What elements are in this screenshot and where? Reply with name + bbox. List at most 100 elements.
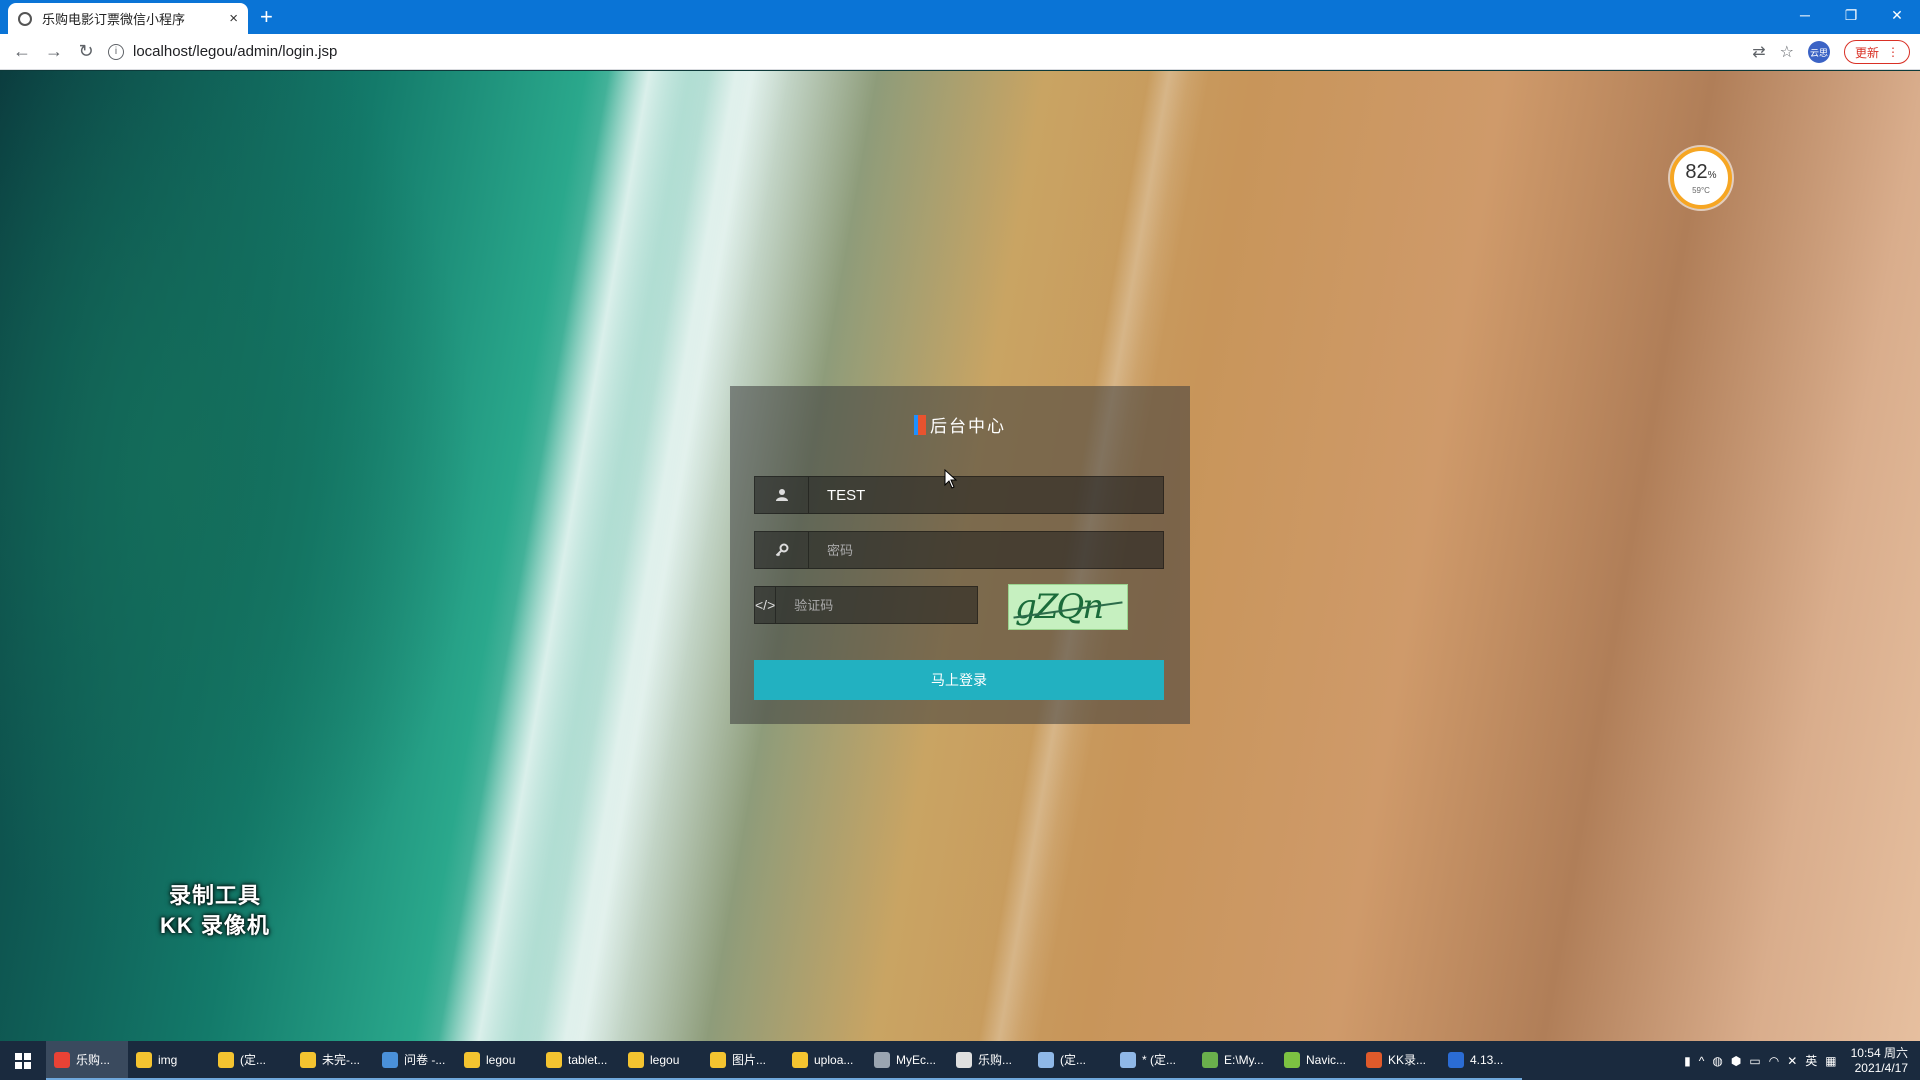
login-button[interactable]: 马上登录: [754, 660, 1164, 700]
app-icon: [1366, 1051, 1382, 1068]
profile-avatar[interactable]: 云思: [1807, 41, 1830, 63]
app-icon: [300, 1051, 316, 1068]
taskbar-item-label: uploa...: [814, 1052, 854, 1067]
taskbar-item[interactable]: 4.13...: [1440, 1041, 1522, 1080]
taskbar-item[interactable]: MyEc...: [866, 1041, 948, 1080]
username-input[interactable]: [809, 477, 1163, 513]
taskbar-item[interactable]: Navic...: [1276, 1041, 1358, 1080]
taskbar-item-label: legou: [650, 1052, 680, 1067]
mouse-cursor-icon: [944, 468, 958, 494]
taskbar-item-label: KK录...: [1388, 1053, 1427, 1067]
windows-start-icon[interactable]: [0, 1041, 46, 1080]
app-icon: [874, 1051, 890, 1068]
taskbar-item[interactable]: 乐购...: [948, 1041, 1030, 1080]
password-input[interactable]: [809, 532, 1163, 568]
more-menu-icon: ⋮: [1887, 45, 1899, 59]
taskbar-item[interactable]: 乐购...: [46, 1041, 128, 1080]
wifi-icon[interactable]: ◠: [1769, 1054, 1779, 1068]
performance-gauge[interactable]: 82% 59°C: [1670, 147, 1732, 209]
taskbar-item-label: E:\My...: [1224, 1052, 1264, 1067]
username-field: [754, 476, 1164, 514]
captcha-field: </>: [754, 586, 994, 624]
taskbar-item-label: (定...: [1060, 1053, 1086, 1067]
tab-title: 乐购电影订票微信小程序: [42, 12, 186, 27]
minimize-button[interactable]: ─: [1782, 0, 1828, 30]
taskbar-item[interactable]: 问卷 -...: [374, 1041, 456, 1080]
taskbar-item[interactable]: 未完-...: [292, 1041, 374, 1080]
ime-indicator[interactable]: 英: [1805, 1052, 1817, 1069]
login-panel: 后台中心 </> gZQn 马上登录: [730, 386, 1190, 724]
tab-close-icon[interactable]: ×: [229, 10, 238, 27]
logo-icon: [914, 414, 926, 435]
update-button[interactable]: 更新 ⋮: [1843, 40, 1910, 64]
gauge-unit: %: [1707, 169, 1717, 181]
app-icon: [1038, 1051, 1054, 1068]
panel-title-text: 后台中心: [930, 417, 1006, 436]
app-icon: [628, 1051, 644, 1068]
code-icon: </>: [755, 587, 777, 623]
taskbar-item-label: 乐购...: [978, 1053, 1013, 1067]
reload-icon[interactable]: ↻: [70, 36, 102, 68]
taskbar-item[interactable]: tablet...: [538, 1041, 620, 1080]
app-icon: [1448, 1051, 1464, 1068]
taskbar-item[interactable]: * (定...: [1112, 1041, 1194, 1080]
show-hidden-icons[interactable]: ^: [1699, 1054, 1705, 1068]
captcha-image[interactable]: gZQn: [1008, 584, 1128, 630]
app-icon: [382, 1051, 398, 1068]
keyboard-icon[interactable]: ▦: [1825, 1054, 1836, 1068]
password-field: [754, 531, 1164, 569]
update-label: 更新: [1854, 45, 1879, 60]
display-icon[interactable]: ▭: [1749, 1054, 1760, 1068]
app-icon: [54, 1051, 70, 1068]
gauge-percent: 82: [1685, 160, 1708, 183]
browser-tabstrip: 乐购电影订票微信小程序 × + ─ ❐ ✕: [0, 0, 1920, 34]
taskbar-item[interactable]: legou: [620, 1041, 702, 1080]
key-icon: [755, 532, 809, 568]
taskbar-item-label: Navic...: [1306, 1052, 1347, 1067]
watermark-line-2: KK 录像机: [160, 913, 270, 938]
network-icon[interactable]: ◍: [1712, 1054, 1722, 1068]
clock[interactable]: 10:54 周六 2021/4/17: [1851, 1046, 1908, 1076]
taskbar-item[interactable]: legou: [456, 1041, 538, 1080]
battery-icon[interactable]: ▮: [1684, 1054, 1691, 1068]
recorder-watermark: 录制工具 KK 录像机: [160, 881, 270, 941]
taskbar-item[interactable]: (定...: [210, 1041, 292, 1080]
restore-button[interactable]: ❐: [1828, 0, 1874, 30]
taskbar-item[interactable]: KK录...: [1358, 1041, 1440, 1080]
forward-arrow-icon[interactable]: →: [38, 36, 70, 68]
windows-taskbar: 乐购... img (定... 未完-... 问卷 -... legou tablet...…: [0, 1041, 1920, 1080]
app-icon: [1120, 1051, 1136, 1068]
taskbar-item[interactable]: 图片...: [702, 1041, 784, 1080]
taskbar-item-label: MyEc...: [896, 1052, 937, 1067]
taskbar-item[interactable]: uploa...: [784, 1041, 866, 1080]
translate-icon[interactable]: ⇄: [1752, 42, 1765, 62]
taskbar-item-label: 未完-...: [322, 1053, 360, 1067]
taskbar-item-label: 乐购...: [76, 1053, 111, 1067]
captcha-input[interactable]: [776, 587, 994, 623]
app-icon: [956, 1051, 972, 1068]
browser-toolbar: ← → ↻ i localhost/legou/admin/login.jsp …: [0, 34, 1920, 70]
app-icon: [1202, 1051, 1218, 1068]
taskbar-item-label: 图片...: [732, 1053, 767, 1067]
shield-icon[interactable]: ⬢: [1731, 1054, 1741, 1068]
app-icon: [464, 1051, 480, 1068]
bookmark-star-icon[interactable]: ☆: [1780, 42, 1794, 62]
back-arrow-icon[interactable]: ←: [6, 36, 38, 68]
clock-date: 2021/4/17: [1854, 1060, 1908, 1075]
close-window-button[interactable]: ✕: [1874, 0, 1920, 30]
site-info-icon[interactable]: i: [108, 43, 124, 60]
taskbar-item[interactable]: img: [128, 1041, 210, 1080]
new-tab-button[interactable]: +: [260, 4, 273, 30]
clock-time: 10:54 周六: [1850, 1045, 1908, 1060]
url-text: localhost/legou/admin/login.jsp: [133, 43, 338, 60]
taskbar-item-label: * (定...: [1142, 1053, 1177, 1067]
volume-mute-icon[interactable]: ✕: [1787, 1054, 1797, 1068]
gauge-temperature: 59°C: [1692, 185, 1710, 195]
app-icon: [792, 1051, 808, 1068]
app-icon: [710, 1051, 726, 1068]
browser-tab[interactable]: 乐购电影订票微信小程序 ×: [8, 3, 248, 34]
user-icon: [755, 477, 809, 513]
taskbar-item[interactable]: (定...: [1030, 1041, 1112, 1080]
address-bar[interactable]: i localhost/legou/admin/login.jsp: [108, 37, 1728, 67]
taskbar-item[interactable]: E:\My...: [1194, 1041, 1276, 1080]
